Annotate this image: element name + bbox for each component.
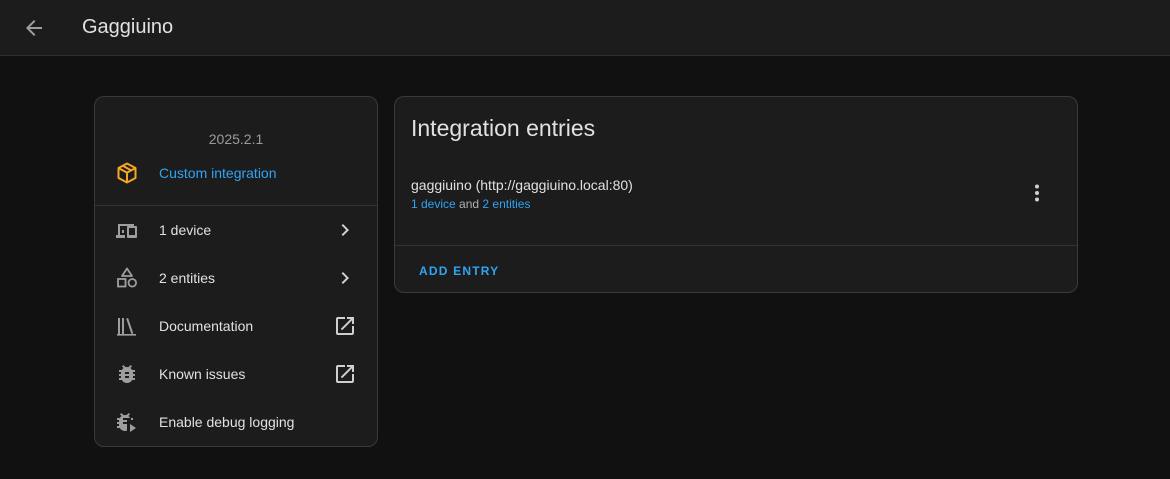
page-title: Gaggiuino <box>82 16 174 38</box>
custom-integration-row: Custom integration <box>115 161 277 185</box>
shapes-icon <box>117 267 137 288</box>
menu-item-label: 1 device <box>159 222 212 238</box>
divider <box>395 245 1077 246</box>
and-text: and <box>459 197 480 211</box>
bug-icon <box>119 365 135 383</box>
chevron-right-icon <box>341 224 349 236</box>
entities-link[interactable]: 2 entities <box>482 197 530 211</box>
arrow-left-icon <box>26 20 42 36</box>
open-in-new-icon <box>336 365 354 383</box>
entries-title: Integration entries <box>411 115 596 141</box>
dots-vertical-icon <box>1035 184 1039 202</box>
top-app-bar: Gaggiuino <box>0 0 1170 56</box>
book-icon <box>117 318 136 336</box>
open-in-new-icon <box>336 317 354 335</box>
integration-info-card: 2025.2.1 Custom integration 1 device 2 e… <box>94 96 378 447</box>
bug-play-icon <box>117 413 136 432</box>
menu-item-known-issues[interactable]: Known issues <box>95 350 377 398</box>
devices-link[interactable]: 1 device <box>411 197 456 211</box>
entry-name[interactable]: gaggiuino (http://gaggiuino.local:80) <box>411 177 633 193</box>
menu-item-entities[interactable]: 2 entities <box>95 254 377 302</box>
menu-item-devices[interactable]: 1 device <box>95 206 377 254</box>
package-icon <box>117 162 137 184</box>
version-label: 2025.2.1 <box>208 131 264 147</box>
devices-icon <box>116 224 137 238</box>
entry-overflow-menu-button[interactable] <box>1021 177 1053 209</box>
custom-integration-label: Custom integration <box>159 165 277 181</box>
menu-item-label: 2 entities <box>159 270 216 286</box>
menu-item-label: Documentation <box>159 318 254 334</box>
integration-entries-card: Integration entries gaggiuino (http://ga… <box>394 96 1078 293</box>
chevron-right-icon <box>341 272 349 284</box>
entry-subtitle: 1 device and 2 entities <box>411 197 530 211</box>
menu-item-label: Enable debug logging <box>159 414 295 430</box>
add-entry-button[interactable]: ADD ENTRY <box>411 257 507 285</box>
back-button[interactable] <box>14 10 54 46</box>
menu-item-documentation[interactable]: Documentation <box>95 302 377 350</box>
menu-item-debug-logging[interactable]: Enable debug logging <box>95 398 377 446</box>
menu-item-label: Known issues <box>159 366 246 382</box>
